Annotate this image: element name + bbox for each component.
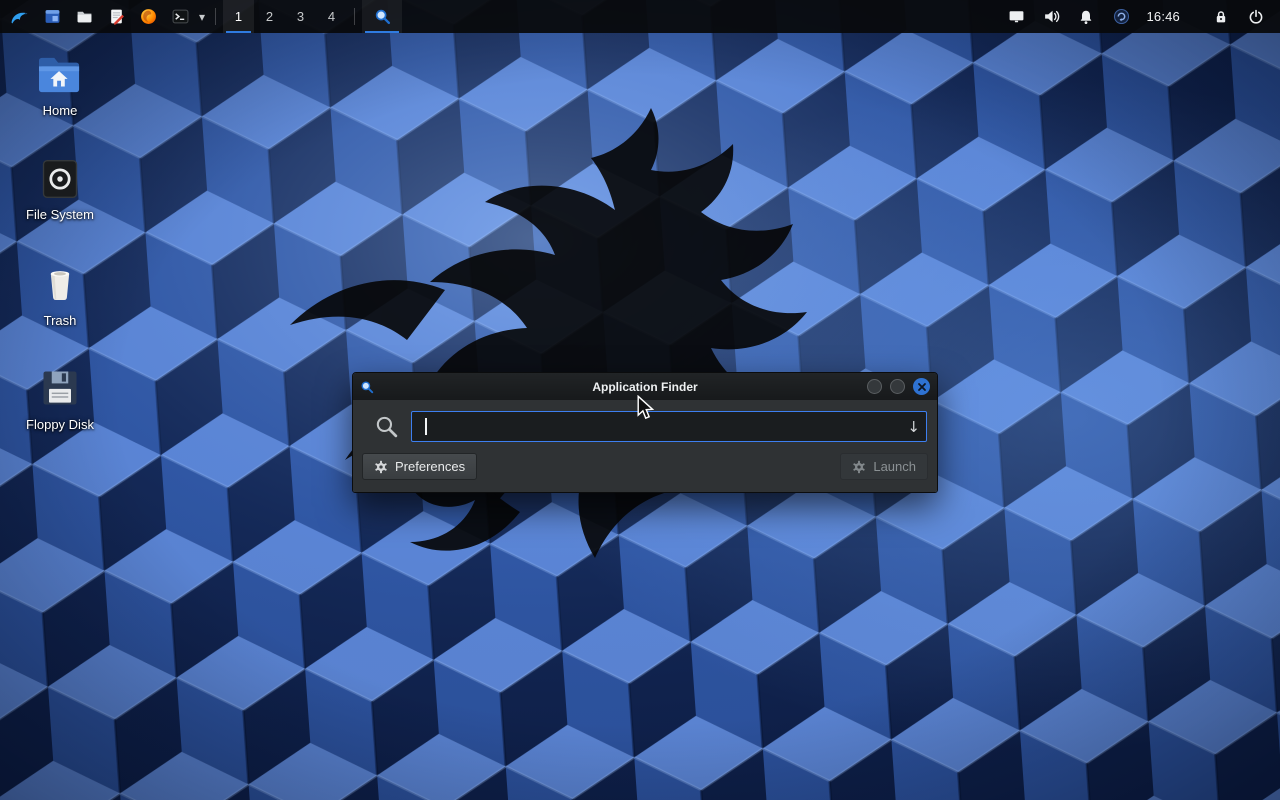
volume-icon [1043,8,1060,25]
launch-label: Launch [873,459,916,474]
workspace-switcher: 1 2 3 4 [223,0,347,33]
workspace-3[interactable]: 3 [285,0,316,33]
launch-icon [852,460,866,474]
lock-icon [1213,9,1229,25]
search-input[interactable] [411,411,927,442]
session-power-button[interactable] [1246,0,1266,33]
launcher-firefox[interactable] [132,0,164,33]
terminal-dropdown-button[interactable]: ▾ [196,11,208,23]
launcher-terminal[interactable] [164,0,196,33]
window-controls [867,378,930,395]
bell-icon [1078,9,1094,25]
preferences-button[interactable]: Preferences [362,453,477,480]
file-system-drive-icon [38,158,82,200]
panel-separator [354,8,355,25]
application-finder-icon [374,8,391,25]
display-tray-button[interactable] [1006,0,1026,33]
desktop-icon-file-system[interactable]: File System [5,158,115,222]
screen-lock-button[interactable] [1211,0,1231,33]
panel-tray-area: 16:46 [1006,0,1276,33]
workspace-4[interactable]: 4 [316,0,347,33]
gear-icon [374,460,388,474]
maximize-button[interactable] [890,379,905,394]
window-body: ↓ Preferences [353,400,937,492]
search-input-wrap: ↓ [411,411,927,442]
clock[interactable]: 16:46 [1146,9,1180,24]
desktop-icon-label: Home [43,103,78,118]
desktop-icon-label: Trash [44,313,77,328]
window-app-icon [360,380,374,394]
launch-button[interactable]: Launch [840,453,928,480]
close-button[interactable] [913,378,930,395]
power-icon [1248,9,1264,25]
folder-icon [76,8,93,25]
volume-tray-button[interactable] [1041,0,1061,33]
desktop: ▾ 1 2 3 4 [0,0,1280,800]
desktop-icon-label: Floppy Disk [26,417,94,432]
close-icon [917,382,927,392]
desktop-icon-label: File System [26,207,94,222]
launcher-file-manager[interactable] [68,0,100,33]
updates-tray-button[interactable] [1111,0,1131,33]
launcher-window-manager[interactable] [36,0,68,33]
notifications-tray-button[interactable] [1076,0,1096,33]
search-row: ↓ [362,409,928,442]
button-row: Preferences Launch [362,453,928,480]
updates-icon [1113,8,1130,25]
application-finder-window: Application Finder [352,372,938,493]
preferences-label: Preferences [395,459,465,474]
desktop-icon-floppy-disk[interactable]: Floppy Disk [5,366,115,432]
terminal-icon [172,8,189,25]
top-panel: ▾ 1 2 3 4 [0,0,1280,33]
panel-separator [215,8,216,25]
minimize-button[interactable] [867,379,882,394]
text-caret [425,418,427,435]
desktop-icon-home[interactable]: Home [5,54,115,118]
display-icon [1008,8,1025,25]
window-icon [44,8,61,25]
firefox-icon [140,8,157,25]
panel-left-area: ▾ 1 2 3 4 [4,0,402,33]
taskbar-application-finder[interactable] [362,0,402,33]
titlebar[interactable]: Application Finder [353,373,937,400]
text-editor-icon [108,8,125,25]
kali-logo-icon [9,6,31,28]
kali-menu-button[interactable] [4,0,36,33]
desktop-icon-trash[interactable]: Trash [5,260,115,328]
window-title: Application Finder [353,380,937,394]
chevron-down-icon: ▾ [199,10,205,24]
launcher-terminal-group: ▾ [164,0,208,33]
workspace-1[interactable]: 1 [223,0,254,33]
search-icon [374,414,399,439]
floppy-disk-icon [38,366,82,410]
launcher-text-editor[interactable] [100,0,132,33]
workspace-2[interactable]: 2 [254,0,285,33]
trash-icon [38,260,82,306]
home-folder-icon [37,54,83,96]
